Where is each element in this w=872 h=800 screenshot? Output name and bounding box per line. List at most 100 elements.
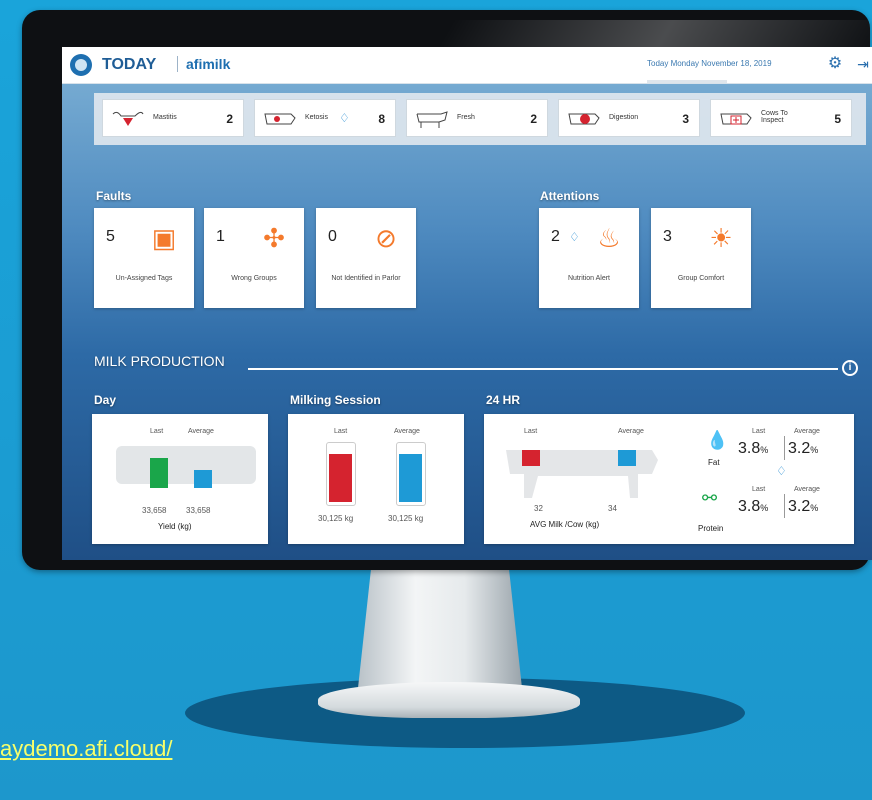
- drop-icon: 💧: [706, 430, 729, 450]
- diamond-icon: ♢: [776, 464, 787, 478]
- status-count: 3: [682, 112, 689, 126]
- monitor: TODAY afimilk Today Monday November 18, …: [22, 10, 872, 570]
- day-caption: Yield (kg): [158, 522, 192, 531]
- demo-link[interactable]: aydemo.afi.cloud/: [0, 736, 172, 762]
- fault-label: Un-Assigned Tags: [115, 275, 173, 282]
- status-card-mastitis[interactable]: Mastitis 2: [102, 99, 244, 137]
- status-count: 2: [530, 112, 537, 126]
- screen: TODAY afimilk Today Monday November 18, …: [62, 47, 872, 560]
- fat-label: Fat: [708, 458, 720, 467]
- tag-icon: ▣: [151, 223, 177, 253]
- attention-card-group-comfort[interactable]: 3 ☀ Group Comfort: [651, 208, 751, 308]
- status-label: Fresh: [457, 114, 475, 121]
- hr24-caption: AVG Milk /Cow (kg): [530, 520, 600, 529]
- fault-label: Wrong Groups: [231, 275, 277, 282]
- hr24-title: 24 HR: [486, 393, 521, 407]
- day-avg-value: 33,658: [186, 506, 211, 515]
- attentions-title: Attentions: [540, 189, 600, 203]
- fault-count: 0: [328, 228, 337, 245]
- protein-label: Protein: [698, 524, 724, 533]
- cow-stomach-icon: [568, 113, 600, 125]
- screen-glare: [430, 20, 872, 60]
- fault-card-unassigned-tags[interactable]: 5 ▣ Un-Assigned Tags: [94, 208, 194, 308]
- fault-count: 5: [106, 228, 115, 245]
- brand-name: afimilk: [177, 56, 230, 72]
- hr24-last-bar: [522, 450, 540, 466]
- status-label: Digestion: [609, 114, 639, 121]
- hr24-avg-label: Average: [618, 428, 644, 435]
- molecule-icon: ⚯: [702, 488, 718, 508]
- fat-divider: [784, 436, 785, 460]
- no-signal-icon: ⊘: [375, 223, 397, 253]
- fault-count: 1: [216, 228, 225, 245]
- fat-last-label: Last: [752, 428, 766, 435]
- session-last-label: Last: [334, 428, 348, 435]
- session-title: Milking Session: [290, 393, 381, 407]
- milk-tank-icon: [116, 446, 256, 484]
- cow-outline-icon: [416, 111, 448, 128]
- faults-title: Faults: [96, 189, 132, 203]
- day-avg-label: Average: [188, 428, 214, 435]
- attention-label: Nutrition Alert: [567, 275, 611, 282]
- protein-avg-label: Average: [794, 486, 820, 493]
- milk-production-title: MILK PRODUCTION: [94, 353, 225, 369]
- day-last-value: 33,658: [142, 506, 167, 515]
- protein-last-value: 3.8%: [738, 498, 769, 515]
- status-label: Cows To Inspect: [761, 110, 788, 124]
- hr24-avg-bar: [618, 450, 636, 466]
- cow-outline-icon: [264, 113, 296, 125]
- day-last-bar: [150, 458, 168, 488]
- session-last-bar: [329, 454, 352, 502]
- header-tab-indicator: [647, 80, 727, 83]
- session-avg-bar: [399, 454, 422, 502]
- protein-avg-value: 3.2%: [788, 498, 819, 515]
- cows-group-icon: ✣: [263, 223, 285, 253]
- cow-udder-heart-icon: [112, 111, 144, 126]
- day-avg-bar: [194, 470, 212, 488]
- fat-avg-label: Average: [794, 428, 820, 435]
- session-card[interactable]: Last Average 30,125 kg 30,125 kg: [288, 414, 464, 544]
- fault-label: Not Identified in Parlor: [331, 275, 401, 282]
- monitor-base: [318, 682, 580, 718]
- attention-label: Group Comfort: [677, 275, 725, 282]
- day-last-label: Last: [150, 428, 164, 435]
- header-date: Today Monday November 18, 2019: [647, 59, 772, 68]
- app-title: TODAY: [102, 56, 157, 73]
- hr24-card[interactable]: Last Average 32 34 AVG Milk /Cow (kg) 💧 …: [484, 414, 854, 544]
- protein-divider: [784, 494, 785, 518]
- attention-count: 3: [663, 228, 672, 245]
- attention-count: 2: [551, 228, 560, 245]
- monitor-stand: [358, 568, 522, 688]
- cow-medical-icon: [720, 113, 752, 125]
- status-card-cows-to-inspect[interactable]: Cows To Inspect 5: [710, 99, 852, 137]
- status-strip: Mastitis 2 Ketosis ♢ 8 Fresh 2 Digestion…: [94, 93, 866, 145]
- session-avg-value: 30,125 kg: [388, 514, 424, 523]
- logo-icon: [70, 54, 92, 76]
- status-count: 2: [226, 112, 233, 126]
- status-count: 5: [834, 112, 841, 126]
- diamond-icon: ♢: [339, 111, 350, 125]
- day-title: Day: [94, 393, 117, 407]
- flame-icon: ♨: [597, 223, 621, 253]
- status-count: 8: [378, 112, 385, 126]
- status-card-ketosis[interactable]: Ketosis ♢ 8: [254, 99, 396, 137]
- hr24-avg-value: 34: [608, 504, 617, 513]
- fat-last-value: 3.8%: [738, 440, 769, 457]
- comfort-icon: ☀: [709, 223, 733, 253]
- hr24-last-value: 32: [534, 504, 543, 513]
- session-last-value: 30,125 kg: [318, 514, 354, 523]
- info-icon[interactable]: i: [842, 360, 858, 376]
- fault-card-wrong-groups[interactable]: 1 ✣ Wrong Groups: [204, 208, 304, 308]
- status-label: Mastitis: [153, 114, 177, 121]
- session-avg-label: Average: [394, 428, 420, 435]
- fault-card-not-identified[interactable]: 0 ⊘ Not Identified in Parlor: [316, 208, 416, 308]
- status-card-digestion[interactable]: Digestion 3: [558, 99, 700, 137]
- hr24-last-label: Last: [524, 428, 538, 435]
- status-card-fresh[interactable]: Fresh 2: [406, 99, 548, 137]
- fat-avg-value: 3.2%: [788, 440, 819, 457]
- protein-last-label: Last: [752, 486, 766, 493]
- milk-production-divider: [248, 368, 838, 370]
- status-label: Ketosis: [305, 114, 328, 121]
- attention-card-nutrition[interactable]: 2 ♢ ♨ Nutrition Alert: [539, 208, 639, 308]
- day-card[interactable]: Last Average 33,658 33,658 Yield (kg): [92, 414, 268, 544]
